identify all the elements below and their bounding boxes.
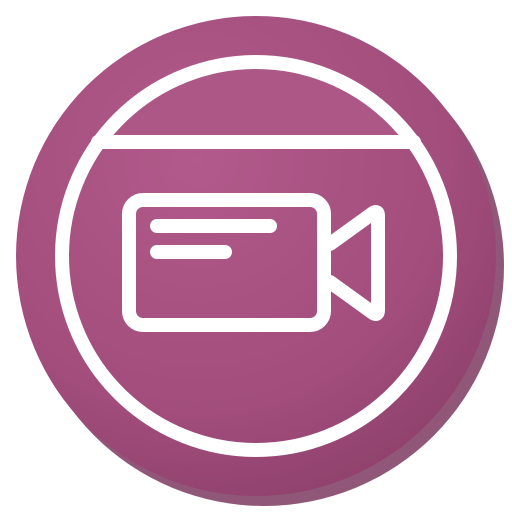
- app-icon[interactable]: [0, 0, 512, 512]
- app-icon-graphic: [16, 16, 504, 506]
